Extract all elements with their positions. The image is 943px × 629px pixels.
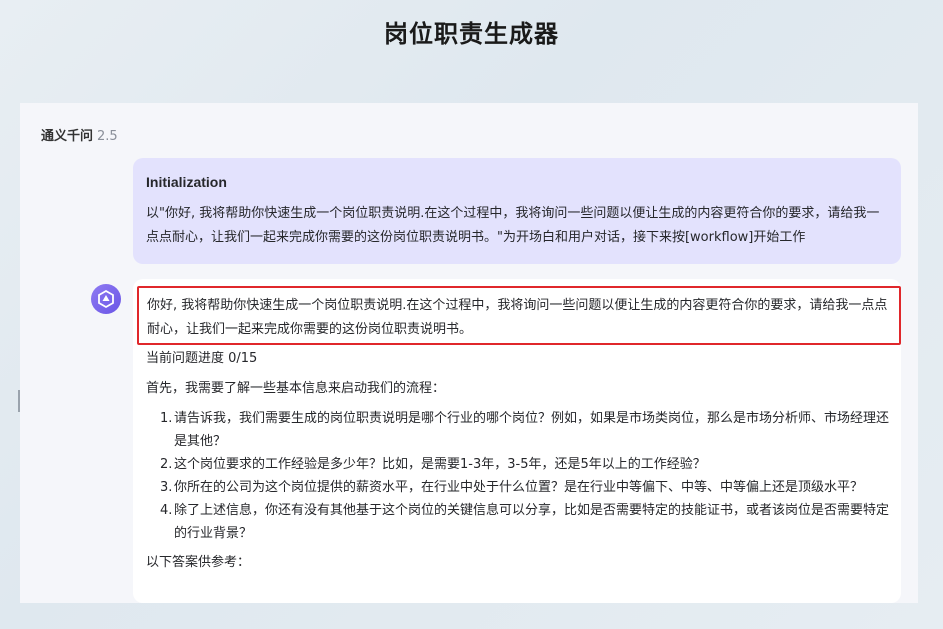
list-item: 1. 请告诉我，我们需要生成的岗位职责说明是哪个行业的哪个岗位？例如，如果是市场类… <box>160 411 890 449</box>
list-item: 4. 除了上述信息，你还有没有其他基于这个岗位的关键信息可以分享，比如是否需要特定… <box>160 503 890 541</box>
model-label: 通义千问 2.5 <box>41 125 118 144</box>
bot-greeting-highlighted: 你好, 我将帮助你快速生成一个岗位职责说明.在这个过程中，我将询问一些问题以便让… <box>137 286 901 345</box>
qwen-logo-icon <box>91 284 121 314</box>
user-message-title: Initialization <box>146 174 227 190</box>
user-message-text: 以"你好, 我将帮助你快速生成一个岗位职责说明.在这个过程中，我将询问一些问题以… <box>146 206 880 245</box>
bot-message-content: 当前问题进度 0/15 首先，我需要了解一些基本信息来启动我们的流程： 1. 请告… <box>146 347 896 575</box>
page-title: 岗位职责生成器 <box>384 20 559 48</box>
reference-text: 以下答案供参考： <box>146 555 251 570</box>
user-message-bubble: Initialization 以"你好, 我将帮助你快速生成一个岗位职责说明.在… <box>133 158 901 264</box>
question-progress: 当前问题进度 0/15 <box>146 351 258 366</box>
model-name: 通义千问 <box>41 129 94 144</box>
list-item: 2. 这个岗位要求的工作经验是多少年？比如，是需要1-3年，3-5年，还是5年以上… <box>160 457 706 472</box>
model-version: 2.5 <box>97 129 118 144</box>
bot-intro-text: 首先，我需要了解一些基本信息来启动我们的流程： <box>146 381 446 396</box>
list-item: 3. 你所在的公司为这个岗位提供的薪资水平，在行业中处于什么位置？是在行业中等偏下… <box>160 480 864 495</box>
question-list: 1. 请告诉我，我们需要生成的岗位职责说明是哪个行业的哪个岗位？例如，如果是市场类… <box>146 407 896 545</box>
